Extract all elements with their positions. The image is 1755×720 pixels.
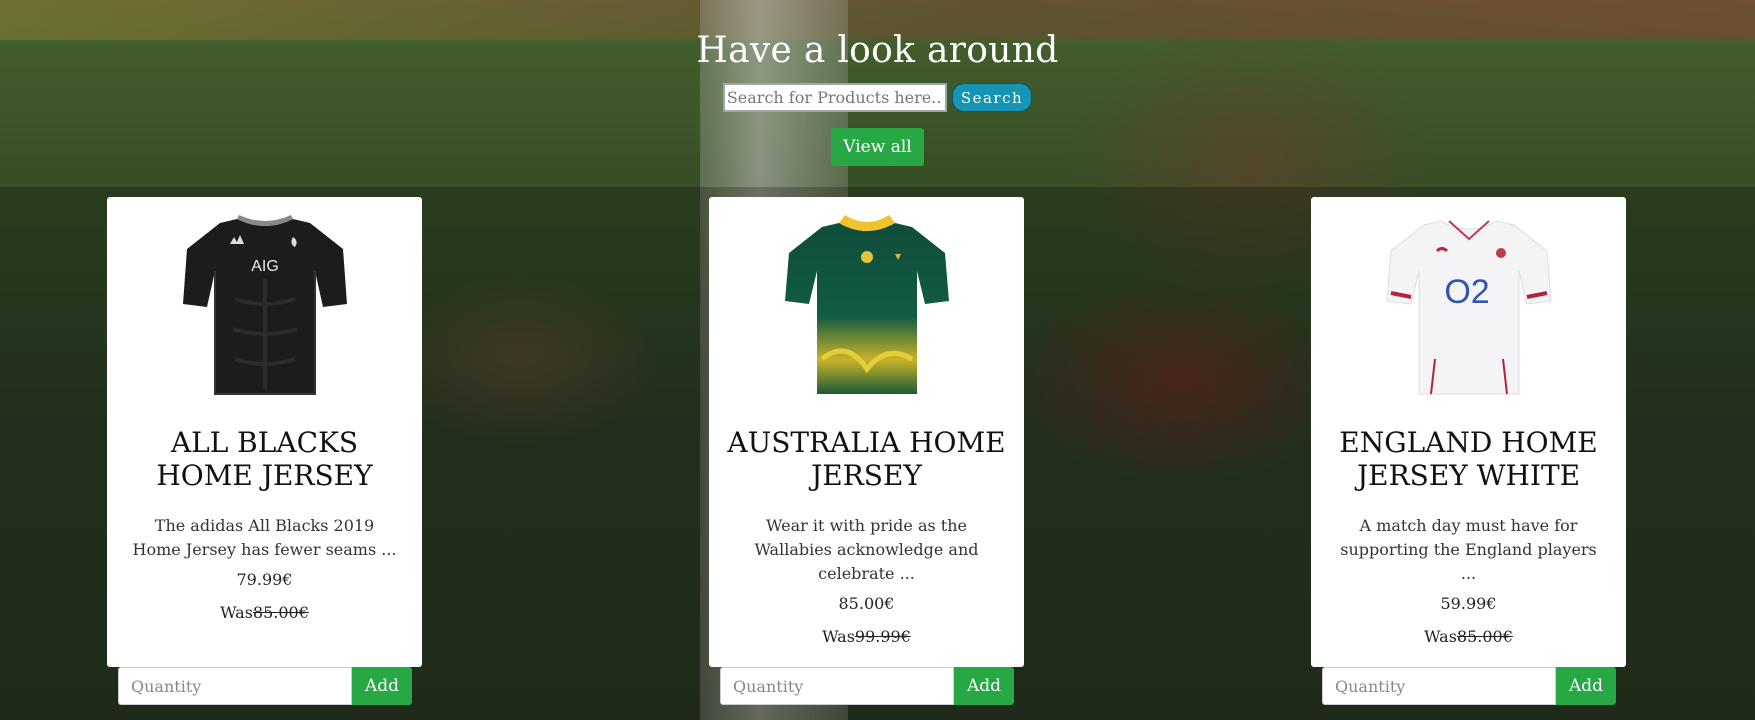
product-was-price: Was85.00€ (1424, 627, 1513, 646)
product-price: 79.99€ (236, 570, 293, 589)
add-button[interactable]: Add (352, 667, 412, 705)
quantity-input[interactable] (1322, 667, 1556, 705)
add-to-cart-australia: Add (720, 667, 1014, 705)
search-bar: Search (722, 83, 1033, 112)
search-input[interactable] (722, 83, 947, 112)
original-price: 99.99€ (854, 627, 911, 646)
svg-text:AIG: AIG (251, 258, 279, 275)
product-image-all-blacks-jersey[interactable]: AIG (175, 209, 355, 404)
jersey-icon: AIG (182, 215, 347, 395)
product-description: The adidas All Blacks 2019 Home Jersey h… (132, 516, 397, 559)
product-description: Wear it with pride as the Wallabies ackn… (754, 516, 979, 583)
jersey-icon: O2 (1385, 220, 1552, 395)
original-price: 85.00€ (252, 603, 309, 622)
add-button[interactable]: Add (1556, 667, 1616, 705)
add-to-cart-england: Add (1322, 667, 1616, 705)
product-price: 85.00€ (838, 594, 895, 613)
product-was-price: Was99.99€ (822, 627, 911, 646)
was-label: Was (1424, 627, 1457, 646)
original-price: 85.00€ (1456, 627, 1513, 646)
product-description: A match day must have for supporting the… (1340, 516, 1597, 583)
hero-section: Have a look around Search View all (0, 0, 1755, 187)
add-to-cart-all-blacks: Add (118, 667, 412, 705)
svg-text:O2: O2 (1444, 273, 1489, 311)
product-price: 59.99€ (1440, 594, 1497, 613)
product-card-australia: AUSTRALIA HOME JERSEY Wear it with pride… (709, 197, 1024, 667)
was-label: Was (220, 603, 253, 622)
product-image-england-jersey[interactable]: O2 (1379, 209, 1559, 404)
product-card-england: O2 ENGLAND HOME JERSEY WHITE A match day… (1311, 197, 1626, 667)
was-label: Was (822, 627, 855, 646)
product-title: AUSTRALIA HOME JERSEY (727, 426, 1006, 492)
add-button[interactable]: Add (954, 667, 1014, 705)
product-image-australia-jersey[interactable] (777, 209, 957, 404)
jersey-icon (784, 215, 949, 394)
product-card-all-blacks: AIG ALL BLACKS HOME JERSEY The adidas Al… (107, 197, 422, 667)
product-title: ALL BLACKS HOME JERSEY (156, 426, 373, 492)
search-button[interactable]: Search (951, 83, 1033, 112)
view-all-button[interactable]: View all (831, 128, 924, 166)
product-was-price: Was85.00€ (220, 603, 309, 622)
quantity-input[interactable] (720, 667, 954, 705)
page-title: Have a look around (696, 30, 1059, 71)
quantity-input[interactable] (118, 667, 352, 705)
product-title: ENGLAND HOME JERSEY WHITE (1339, 426, 1598, 492)
